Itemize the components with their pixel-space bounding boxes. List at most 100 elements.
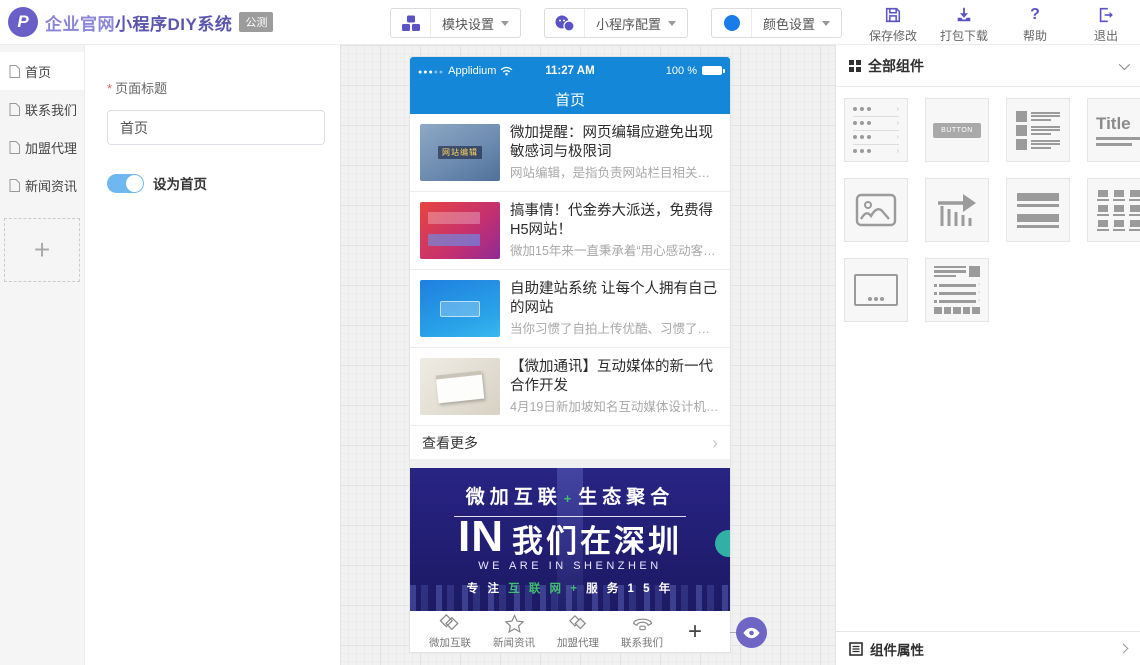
component-tile-image[interactable] (844, 178, 908, 242)
news-excerpt: 微加15年来一直秉承着“用心感动客户！”的... (510, 240, 720, 259)
color-settings-button[interactable]: 颜色设置 (711, 8, 842, 38)
module-settings-label: 模块设置 (442, 14, 494, 33)
promo-banner[interactable]: 微加互联+生态聚合 IN 我们在深圳 WE ARE IN SHENZHEN 专 … (410, 468, 730, 611)
page-settings-panel: *页面标题 设为首页 (86, 45, 340, 665)
news-excerpt: 当你习惯了自拍上传优酷、习惯了写点小... (510, 318, 720, 337)
chevron-right-icon (1119, 644, 1129, 654)
title-secondary: 小程序DIY系统 (115, 15, 232, 34)
help-icon: ? (1030, 5, 1040, 25)
module-settings-button[interactable]: 模块设置 (390, 8, 521, 38)
page-title-label: *页面标题 (107, 78, 340, 97)
miniprogram-config-label: 小程序配置 (596, 14, 661, 33)
page-title-input[interactable] (107, 110, 325, 145)
header-dropdowns: 模块设置 小程序配置 颜色设置 (390, 8, 842, 38)
star-icon (504, 614, 525, 633)
news-title: 自助建站系统 让每个人拥有自己的网站 (510, 280, 720, 318)
properties-title: 组件属性 (870, 639, 924, 659)
beta-badge: 公测 (239, 12, 273, 32)
save-button[interactable]: 保存修改 (867, 5, 919, 44)
phone-status-bar: ●●●●● Applidium 11:27 AM 100 % (410, 57, 730, 84)
banner-cn-text: 我们在深圳 (512, 526, 682, 559)
view-more-button[interactable]: 查看更多 › (410, 426, 730, 459)
add-page-button[interactable]: + (4, 218, 80, 282)
tab-label: 新闻资讯 (493, 635, 535, 650)
phone-preview: ●●●●● Applidium 11:27 AM 100 % 首页 网站编辑 微… (410, 57, 730, 652)
help-label: 帮助 (1023, 27, 1047, 44)
component-tiles-grid: › › › › BUTTON Title (836, 87, 1140, 322)
tab-contact[interactable]: 联系我们 (610, 614, 674, 650)
news-thumbnail (420, 358, 500, 415)
add-tab-button[interactable]: + (688, 620, 702, 644)
component-tile-title[interactable]: Title (1087, 98, 1140, 162)
sidebar-item-label: 新闻资讯 (25, 176, 77, 195)
component-tile-grid[interactable] (1087, 178, 1140, 242)
components-panel-header[interactable]: 全部组件 (836, 45, 1140, 87)
grid-component-icon (1097, 190, 1140, 231)
download-button[interactable]: 打包下载 (938, 5, 990, 44)
component-tile-rows[interactable] (1006, 178, 1070, 242)
tab-news[interactable]: 新闻资讯 (482, 614, 546, 650)
tab-weijia[interactable]: 微加互联 (418, 614, 482, 650)
modules-cubes-icon (391, 9, 431, 37)
logout-button[interactable]: 退出 (1080, 5, 1132, 44)
news-item-3[interactable]: 自助建站系统 让每个人拥有自己的网站 当你习惯了自拍上传优酷、习惯了写点小... (410, 270, 730, 348)
view-more-label: 查看更多 (422, 433, 478, 453)
thumb-caption: 网站编辑 (438, 146, 482, 159)
tab-label: 联系我们 (621, 635, 663, 650)
component-tile-carousel[interactable] (844, 258, 908, 322)
pages-sidebar: 首页 联系我们 加盟代理 新闻资讯 + (0, 45, 85, 665)
news-thumbnail (420, 202, 500, 259)
sidebar-item-home[interactable]: 首页 (0, 52, 84, 90)
sidebar-item-news[interactable]: 新闻资讯 (0, 166, 84, 204)
news-thumbnail (420, 280, 500, 337)
save-floppy-icon (884, 5, 902, 25)
carrier-label: Applidium (448, 65, 496, 77)
main-area: 首页 联系我们 加盟代理 新闻资讯 + *页面标题 设为首页 ●●●●● (0, 45, 1140, 665)
news-title: 微加提醒：网页编辑应避免出现敏感词与极限词 (510, 124, 720, 162)
tab-label: 加盟代理 (557, 635, 599, 650)
tab-label: 微加互联 (429, 635, 471, 650)
download-icon (955, 5, 973, 25)
phone-tabbar: 微加互联 新闻资讯 加盟代理 联系我们 + (410, 611, 730, 652)
color-swatch-icon (712, 9, 752, 37)
eye-icon (742, 626, 761, 640)
news-excerpt: 网站编辑，是指负责网站栏目相关内容的... (510, 162, 720, 181)
component-tile-richlist[interactable]: › › › (925, 258, 989, 322)
chevron-down-icon (668, 21, 676, 26)
component-tile-list[interactable]: › › › › (844, 98, 908, 162)
title-component-icon: Title (1096, 114, 1140, 146)
set-homepage-toggle[interactable] (107, 174, 144, 193)
save-label: 保存修改 (869, 27, 917, 44)
sidebar-item-agent[interactable]: 加盟代理 (0, 128, 84, 166)
banner-line2: IN 我们在深圳 (410, 515, 730, 559)
preview-eye-button[interactable] (736, 617, 767, 648)
banner-line1: 微加互联+生态聚合 (410, 482, 730, 509)
miniprogram-config-button[interactable]: 小程序配置 (544, 8, 688, 38)
plus-icon: + (34, 234, 50, 266)
news-item-4[interactable]: 【微加通讯】互动媒体的新一代合作开发 4月19日新加坡知名互动媒体设计机构Pin… (410, 348, 730, 426)
phone-nav-title: 首页 (410, 84, 730, 114)
news-title: 【微加通讯】互动媒体的新一代合作开发 (510, 358, 720, 396)
component-tile-button[interactable]: BUTTON (925, 98, 989, 162)
sidebar-item-contact[interactable]: 联系我们 (0, 90, 84, 128)
page-icon (9, 65, 20, 78)
properties-doc-icon (849, 642, 863, 656)
tab-agent[interactable]: 加盟代理 (546, 614, 610, 650)
header-actions: 保存修改 打包下载 ? 帮助 退出 (867, 5, 1132, 44)
carousel-component-icon (854, 274, 898, 306)
design-canvas[interactable]: ●●●●● Applidium 11:27 AM 100 % 首页 网站编辑 微… (340, 45, 835, 665)
help-button[interactable]: ? 帮助 (1009, 5, 1061, 44)
component-tile-chart[interactable] (925, 178, 989, 242)
phone-icon (631, 614, 654, 633)
page-icon (9, 103, 20, 116)
image-component-icon (855, 193, 897, 227)
news-item-2[interactable]: 搞事情！代金券大派送，免费得H5网站！ 微加15年来一直秉承着“用心感动客户！”… (410, 192, 730, 270)
tags-icon (567, 614, 590, 633)
button-component-icon: BUTTON (933, 123, 981, 138)
news-item-1[interactable]: 网站编辑 微加提醒：网页编辑应避免出现敏感词与极限词 网站编辑，是指负责网站栏目… (410, 114, 730, 192)
wechat-icon (545, 9, 585, 37)
component-tile-imagetext[interactable] (1006, 98, 1070, 162)
set-homepage-label: 设为首页 (153, 173, 207, 193)
chevron-down-icon (822, 21, 830, 26)
component-properties-bar[interactable]: 组件属性 (836, 631, 1140, 665)
